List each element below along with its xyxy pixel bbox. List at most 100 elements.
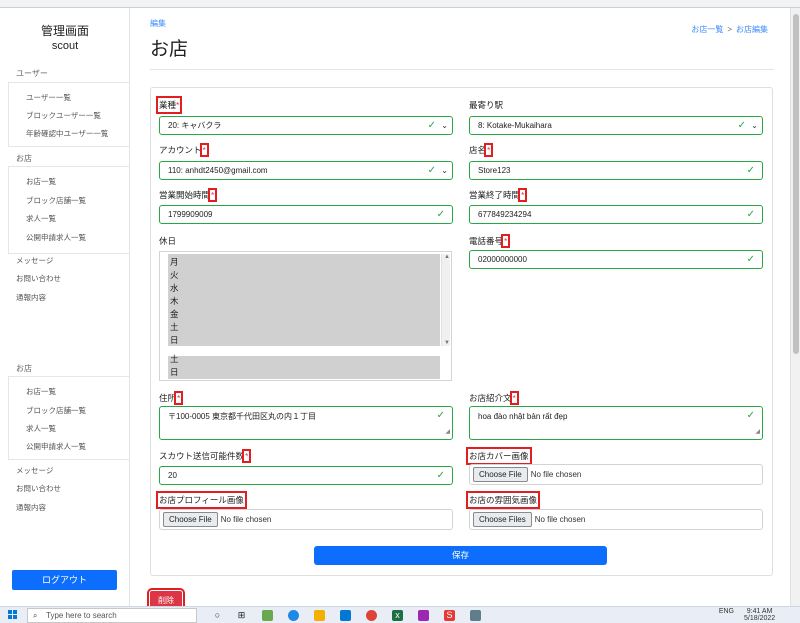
clock[interactable]: 9:41 AM 5/18/2022 [744,608,775,622]
breadcrumb-shop-list[interactable]: お店一覧 [691,25,723,34]
sidebar-link-messages[interactable]: メッセージ [16,255,53,266]
close-time-input[interactable]: 677849234294 ✓ [469,205,763,224]
holiday-option[interactable]: 月 [170,256,179,268]
page-title: お店 [150,39,189,60]
holiday-option[interactable]: 水 [170,282,179,294]
language-indicator[interactable]: ENG [719,608,734,615]
mail-icon[interactable] [340,610,351,621]
page-scrollbar[interactable] [790,8,800,606]
open-time-input[interactable]: 1799909009 ✓ [159,205,453,224]
sidebar-item-job-requests[interactable]: 公開申請求人一覧 [26,232,86,243]
edge-icon[interactable] [288,610,299,621]
holiday-option[interactable]: 日 [170,334,179,346]
sidebar-item-job-requests-2[interactable]: 公開申請求人一覧 [26,441,86,452]
holidays-multiselect[interactable]: 月 火 水 木 金 土 日 土 日 ▲ ▼ [159,251,452,381]
holidays-options: 月 火 水 木 金 土 日 [168,254,440,346]
cover-image-status: No file chosen [530,470,582,479]
intro-textarea[interactable]: hoa đào nhật bản rất đẹp ✓ ◢ [469,406,763,440]
atmosphere-images-status: No file chosen [534,515,586,524]
holiday-option[interactable]: 火 [170,269,179,281]
app-icon[interactable] [262,610,273,621]
scroll-down-icon[interactable]: ▼ [444,340,450,346]
sidebar-link-reports-2[interactable]: 通報内容 [16,502,46,513]
scout-count-input[interactable]: 20 ✓ [159,466,453,485]
holidays-options-overflow: 土 日 [168,353,440,379]
clock-time: 9:41 AM [746,608,773,615]
atmosphere-images-choose-button[interactable]: Choose Files [473,512,532,527]
valid-check-icon: ✓ [436,410,445,421]
holiday-option[interactable]: 金 [170,308,179,320]
valid-check-icon: ✓ [427,165,436,176]
valid-check-icon: ✓ [427,120,436,131]
sidebar-link-messages-2[interactable]: メッセージ [16,465,53,476]
page-scrollbar-thumb[interactable] [793,14,799,354]
file-explorer-icon[interactable] [314,610,325,621]
windows-start-icon[interactable] [8,610,18,620]
business-type-label: 業種* [155,96,183,114]
profile-image-file-input[interactable]: Choose File No file chosen [159,509,453,530]
sidebar-subtitle: scout [51,40,79,52]
sidebar-item-blocked-shops-2[interactable]: ブロック店舗一覧 [26,405,86,416]
valid-check-icon: ✓ [746,410,755,421]
holidays-label: 休日 [159,236,177,246]
search-icon: ⌕ [33,611,38,620]
excel-icon[interactable]: x [392,610,403,621]
sidebar-link-contact-2[interactable]: お問い合わせ [16,483,61,494]
nearest-station-select[interactable]: 8: Kotake-Mukaihara ✓ ⌄ [469,116,763,135]
save-button[interactable]: 保存 [314,546,607,565]
logout-button[interactable]: ログアウト [12,570,117,590]
breadcrumb-shop-edit[interactable]: お店編集 [736,25,768,34]
taskbar-search-input[interactable]: ⌕ Type here to search [27,608,197,623]
browser-top-strip [0,0,800,8]
task-view-grid-icon[interactable]: ⊞ [236,610,247,621]
atmosphere-images-file-input[interactable]: Choose Files No file chosen [469,509,763,530]
chevron-down-icon: ⌄ [441,166,448,175]
holiday-option[interactable]: 土 [170,353,179,365]
sidebar-group-users: ユーザー [16,69,48,78]
holiday-option[interactable]: 木 [170,295,179,307]
valid-check-icon: ✓ [746,209,755,220]
breadcrumb-separator: > [727,25,732,34]
sidebar-group-shops: お店 [16,154,32,163]
address-textarea[interactable]: 〒100-0005 東京都千代田区丸の内１丁目 ✓ ◢ [159,406,453,440]
phone-label: 電話番号* [469,234,511,248]
account-label: アカウント* [159,143,209,157]
account-select[interactable]: 110: anhdt2450@gmail.com ✓ ⌄ [159,161,453,180]
chrome-icon[interactable] [366,610,377,621]
app-icon-2[interactable] [418,610,429,621]
sidebar-item-age-verification[interactable]: 年齢確認中ユーザー一覧 [26,128,108,139]
section-label[interactable]: 編集 [150,18,166,29]
cover-image-file-input[interactable]: Choose File No file chosen [469,464,763,485]
holiday-option[interactable]: 日 [170,366,179,378]
resize-handle-icon[interactable]: ◢ [445,426,450,438]
valid-check-icon: ✓ [737,120,746,131]
valid-check-icon: ✓ [436,209,445,220]
business-type-select[interactable]: 20: キャバクラ ✓ ⌄ [159,116,453,135]
holiday-option[interactable]: 土 [170,321,179,333]
valid-check-icon: ✓ [436,470,445,481]
sidebar-item-blocked-users[interactable]: ブロックユーザー一覧 [26,110,101,121]
phone-input[interactable]: 02000000000 ✓ [469,250,763,269]
sidebar-item-shop-list[interactable]: お店一覧 [26,176,56,187]
taskbar: ⌕ Type here to search ○ ⊞ x S ENG 9:41 AM… [0,606,800,623]
app-icon-3[interactable]: S [444,610,455,621]
sidebar-item-jobs-2[interactable]: 求人一覧 [26,423,56,434]
task-view-icon[interactable]: ○ [212,610,223,621]
sidebar-item-blocked-shops[interactable]: ブロック店舗一覧 [26,195,86,206]
sidebar-item-shop-list-2[interactable]: お店一覧 [26,386,56,397]
sidebar-item-jobs[interactable]: 求人一覧 [26,213,56,224]
scroll-up-icon[interactable]: ▲ [444,254,450,260]
app-icon-4[interactable] [470,610,481,621]
holidays-scrollbar[interactable]: ▲ ▼ [441,254,450,346]
close-time-label: 営業終了時間* [469,188,528,202]
cover-image-choose-button[interactable]: Choose File [473,467,528,482]
sidebar-link-reports[interactable]: 通報内容 [16,292,46,303]
sidebar-item-user-list[interactable]: ユーザー一覧 [26,92,71,103]
breadcrumb: お店一覧 > お店編集 [691,24,768,35]
profile-image-choose-button[interactable]: Choose File [163,512,218,527]
atmosphere-images-label: お店の雰囲気画像 [465,491,541,509]
sidebar-link-contact[interactable]: お問い合わせ [16,273,61,284]
shop-name-input[interactable]: Store123 ✓ [469,161,763,180]
resize-handle-icon[interactable]: ◢ [755,426,760,438]
open-time-label: 営業開始時間* [159,188,218,202]
